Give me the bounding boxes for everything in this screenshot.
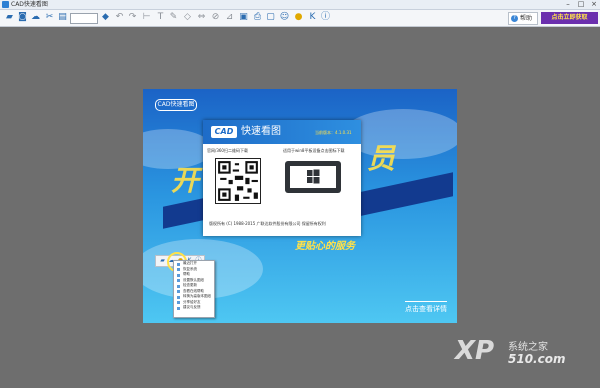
window-title: CAD快速看图: [11, 1, 48, 8]
promo-button[interactable]: 点击立即获取: [541, 12, 598, 24]
app-icon: [2, 1, 9, 8]
redo-icon[interactable]: ↷: [127, 12, 138, 23]
k-icon[interactable]: K: [307, 12, 318, 23]
maximize-button[interactable]: □: [575, 0, 587, 9]
measure-icon[interactable]: ⊿: [224, 12, 235, 23]
info-icon[interactable]: ⓘ: [320, 12, 331, 23]
print-icon[interactable]: ⎙: [252, 12, 263, 23]
main-toolbar: ▰ ◙ ☁ ✂ ▤ ◆ ↶ ↷ ⊢ T ✎ ◇ ⇔ ⊘ ⊿ ▣ ⎙ ▢ ☺ ● …: [0, 10, 600, 27]
cut-icon[interactable]: ✂: [44, 12, 55, 23]
watermark-brand: XP: [455, 336, 495, 366]
minimize-button[interactable]: –: [562, 0, 574, 9]
context-menu: 最近打开 恢复系统 帮助 设置默认图纸 检查更新 查看在线帮助 转换为高版本图纸…: [173, 260, 215, 318]
about-dialog: CAD 快速看图 当前版本：4.1.0.31 官网/360扫二维码下载 适用于w…: [203, 120, 361, 236]
area-icon[interactable]: ▣: [238, 12, 249, 23]
text-icon[interactable]: T: [155, 12, 166, 23]
screenshot-icon[interactable]: ▢: [265, 12, 276, 23]
win8-caption: 适用于win8平板设备点击图标下载: [283, 148, 345, 153]
menu-item[interactable]: 建议与反馈: [174, 305, 214, 311]
watermark-subtitle: 系统之家: [508, 342, 548, 353]
about-header: CAD 快速看图 当前版本：4.1.0.31: [203, 120, 361, 144]
detail-link[interactable]: 点击查看详情: [405, 301, 447, 314]
slogan: 更贴心的服务: [295, 241, 355, 252]
brand-badge: CAD快速看图: [155, 99, 197, 111]
win8-download-icon[interactable]: [285, 161, 341, 193]
hide-icon[interactable]: ⊘: [210, 12, 221, 23]
eraser-icon[interactable]: ◇: [182, 12, 193, 23]
dimension-icon[interactable]: ⊢: [141, 12, 152, 23]
vip-icon[interactable]: ●: [293, 12, 304, 23]
help-label: 帮助: [520, 15, 533, 22]
copyright-text: 版权所有 (C) 1988-2015 广联达软件股份有限公司 保留所有权利: [209, 221, 326, 226]
zoom-box[interactable]: [70, 13, 98, 24]
pen-icon[interactable]: ✎: [168, 12, 179, 23]
qr-caption: 官网/360扫二维码下载: [207, 148, 248, 153]
screen-icon: [290, 166, 336, 188]
banner-char: 员: [367, 142, 396, 175]
layers-icon[interactable]: ◆: [100, 12, 111, 23]
windows-logo-icon: [307, 169, 320, 184]
question-icon: ?: [511, 15, 518, 22]
qr-code-icon[interactable]: [215, 158, 261, 204]
open-folder-icon[interactable]: ▰: [159, 257, 166, 264]
help-button[interactable]: ? 帮助: [508, 12, 538, 25]
user-icon[interactable]: ☺: [279, 12, 290, 23]
file-icon[interactable]: ▤: [57, 12, 68, 23]
watermark-url: 510.com: [508, 352, 566, 366]
compare-icon[interactable]: ⇔: [196, 12, 207, 23]
undo-icon[interactable]: ↶: [114, 12, 125, 23]
about-version: 当前版本：4.1.0.31: [315, 130, 352, 135]
close-button[interactable]: ×: [588, 0, 600, 9]
cad-logo: CAD: [211, 126, 237, 138]
open-folder-icon[interactable]: ▰: [4, 12, 15, 23]
title-bar: CAD快速看图 – □ ×: [0, 0, 600, 10]
about-app-name: 快速看图: [241, 126, 281, 137]
save-icon[interactable]: ◙: [17, 12, 28, 23]
banner-char: 开: [171, 164, 200, 197]
cloud-icon[interactable]: ☁: [30, 12, 41, 23]
